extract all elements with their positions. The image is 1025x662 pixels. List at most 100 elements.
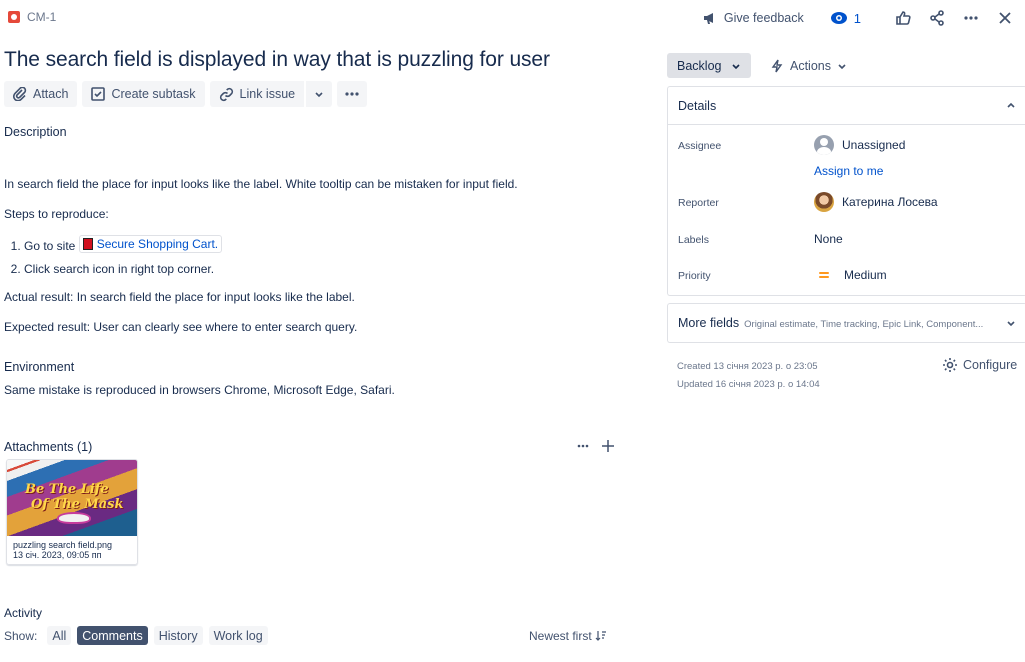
steps-list: Go to site Secure Shopping Cart. Click s… bbox=[10, 235, 223, 285]
more-fields-header[interactable]: More fields Original estimate, Time trac… bbox=[668, 304, 1025, 342]
labels-label: Labels bbox=[678, 234, 709, 246]
status-dropdown[interactable]: Backlog bbox=[667, 53, 751, 78]
configure-label: Configure bbox=[963, 358, 1018, 372]
more-horizontal-icon bbox=[964, 16, 978, 20]
link-icon bbox=[219, 87, 233, 101]
steps-heading[interactable]: Steps to reproduce: bbox=[4, 207, 109, 221]
priority-field[interactable]: Medium bbox=[814, 268, 887, 282]
chevron-up-icon bbox=[1007, 102, 1015, 108]
list-item: Click search icon in right top corner. bbox=[24, 262, 222, 276]
chevron-down-icon bbox=[315, 92, 323, 98]
step2-text: Click search icon in right top corner. bbox=[24, 262, 215, 276]
create-subtask-button[interactable]: Create subtask bbox=[82, 81, 205, 107]
priority-label: Priority bbox=[678, 270, 711, 282]
reporter-field[interactable]: Катерина Лосева bbox=[814, 192, 938, 212]
step1-link-label: Secure Shopping Cart. bbox=[96, 237, 219, 251]
share-icon bbox=[930, 10, 944, 26]
attachment-filename: puzzling search field.png bbox=[13, 540, 113, 550]
thumbs-up-icon bbox=[896, 11, 911, 25]
watchers-count: 1 bbox=[853, 10, 861, 26]
issue-title[interactable]: The search field is displayed in way tha… bbox=[4, 48, 550, 72]
more-actions-button[interactable] bbox=[959, 6, 983, 30]
mask-image bbox=[57, 512, 91, 524]
attach-button[interactable]: Attach bbox=[4, 81, 78, 107]
priority-medium-icon bbox=[817, 270, 831, 280]
filter-work-log[interactable]: Work log bbox=[208, 626, 268, 645]
reporter-value: Катерина Лосева bbox=[842, 195, 938, 209]
give-feedback-button[interactable]: Give feedback bbox=[702, 10, 804, 26]
toolbar-more-button[interactable] bbox=[337, 81, 368, 107]
actions-dropdown[interactable]: Actions bbox=[770, 53, 847, 78]
show-label: Show: bbox=[4, 628, 38, 643]
issue-key[interactable]: CM-1 bbox=[27, 10, 56, 24]
chevron-down-icon bbox=[732, 63, 740, 69]
link-issue-dropdown[interactable] bbox=[305, 81, 333, 107]
avatar bbox=[814, 135, 834, 155]
paperclip-icon bbox=[13, 87, 27, 101]
attachments-more-button[interactable] bbox=[576, 440, 590, 455]
attachment-meta: puzzling search field.png 13 січ. 2023, … bbox=[7, 536, 137, 564]
activity-heading: Activity bbox=[4, 606, 43, 620]
megaphone-icon bbox=[703, 13, 713, 24]
issue-key-breadcrumb[interactable]: CM-1 bbox=[8, 10, 56, 24]
vote-button[interactable] bbox=[891, 6, 915, 30]
avatar bbox=[814, 192, 834, 212]
more-horizontal-icon bbox=[577, 444, 589, 448]
assignee-field[interactable]: Unassigned bbox=[814, 135, 905, 155]
details-panel: Details Assignee Unassigned Assign to me… bbox=[667, 86, 1025, 296]
description-intro[interactable]: In search field the place for input look… bbox=[4, 177, 518, 191]
close-button[interactable] bbox=[993, 6, 1017, 30]
issue-header-actions: Give feedback 1 bbox=[702, 8, 1017, 28]
create-subtask-label: Create subtask bbox=[111, 87, 196, 101]
environment-heading: Environment bbox=[4, 360, 75, 374]
share-button[interactable] bbox=[925, 6, 949, 30]
lightning-icon bbox=[771, 59, 783, 72]
watch-button[interactable]: 1 bbox=[830, 11, 861, 26]
priority-value: Medium bbox=[844, 268, 887, 282]
chevron-down-icon bbox=[1007, 321, 1015, 327]
environment-text[interactable]: Same mistake is reproduced in browsers C… bbox=[4, 383, 395, 397]
bug-type-icon bbox=[8, 11, 20, 23]
labels-value[interactable]: None bbox=[814, 232, 843, 246]
thumbnail-caption: Be The Life Of The Mask bbox=[25, 482, 124, 512]
step1-prefix: Go to site bbox=[24, 239, 76, 253]
eye-icon bbox=[830, 12, 847, 24]
more-horizontal-icon bbox=[345, 92, 359, 96]
subtask-icon bbox=[91, 87, 106, 101]
secure-shopping-cart-link[interactable]: Secure Shopping Cart. bbox=[78, 235, 223, 253]
details-header[interactable]: Details bbox=[668, 87, 1025, 125]
give-feedback-label: Give feedback bbox=[723, 11, 804, 25]
attachment-date: 13 січ. 2023, 09:05 пп bbox=[13, 550, 102, 560]
add-attachment-button[interactable] bbox=[601, 439, 615, 456]
reporter-label: Reporter bbox=[678, 197, 719, 209]
more-fields-panel[interactable]: More fields Original estimate, Time trac… bbox=[667, 303, 1025, 343]
more-fields-label: More fields bbox=[678, 316, 740, 330]
filter-all[interactable]: All bbox=[47, 626, 72, 645]
status-label: Backlog bbox=[677, 58, 722, 73]
activity-filter-row: Show: All Comments History Work log bbox=[4, 626, 268, 645]
details-heading: Details bbox=[678, 98, 717, 113]
sort-order-button[interactable]: Newest first bbox=[529, 629, 607, 643]
attachments-heading: Attachments (1) bbox=[4, 440, 93, 454]
chevron-down-icon bbox=[838, 63, 846, 69]
close-icon bbox=[999, 12, 1011, 24]
expected-result[interactable]: Expected result: User can clearly see wh… bbox=[4, 320, 357, 334]
issue-toolbar: Attach Create subtask Link issue bbox=[4, 81, 368, 107]
sort-label: Newest first bbox=[529, 629, 592, 643]
updated-date: Updated 16 січня 2023 р. о 14:04 bbox=[677, 379, 820, 390]
attach-label: Attach bbox=[33, 87, 69, 101]
site-favicon-icon bbox=[82, 238, 93, 250]
gear-icon bbox=[943, 358, 957, 372]
assignee-value: Unassigned bbox=[842, 138, 906, 152]
link-issue-button[interactable]: Link issue bbox=[209, 81, 305, 107]
created-date: Created 13 січня 2023 р. о 23:05 bbox=[677, 361, 818, 372]
issue-dates: Created 13 січня 2023 р. о 23:05 Updated… bbox=[677, 358, 820, 394]
actual-result[interactable]: Actual result: In search field the place… bbox=[4, 290, 355, 304]
attachment-thumbnail[interactable]: Be The Life Of The Mask bbox=[7, 460, 137, 536]
filter-comments[interactable]: Comments bbox=[77, 626, 148, 645]
attachment-card[interactable]: Be The Life Of The Mask puzzling search … bbox=[6, 459, 138, 565]
actions-label: Actions bbox=[790, 58, 831, 73]
configure-button[interactable]: Configure bbox=[942, 357, 1017, 373]
filter-history[interactable]: History bbox=[153, 626, 203, 645]
assign-to-me-link[interactable]: Assign to me bbox=[814, 164, 883, 178]
